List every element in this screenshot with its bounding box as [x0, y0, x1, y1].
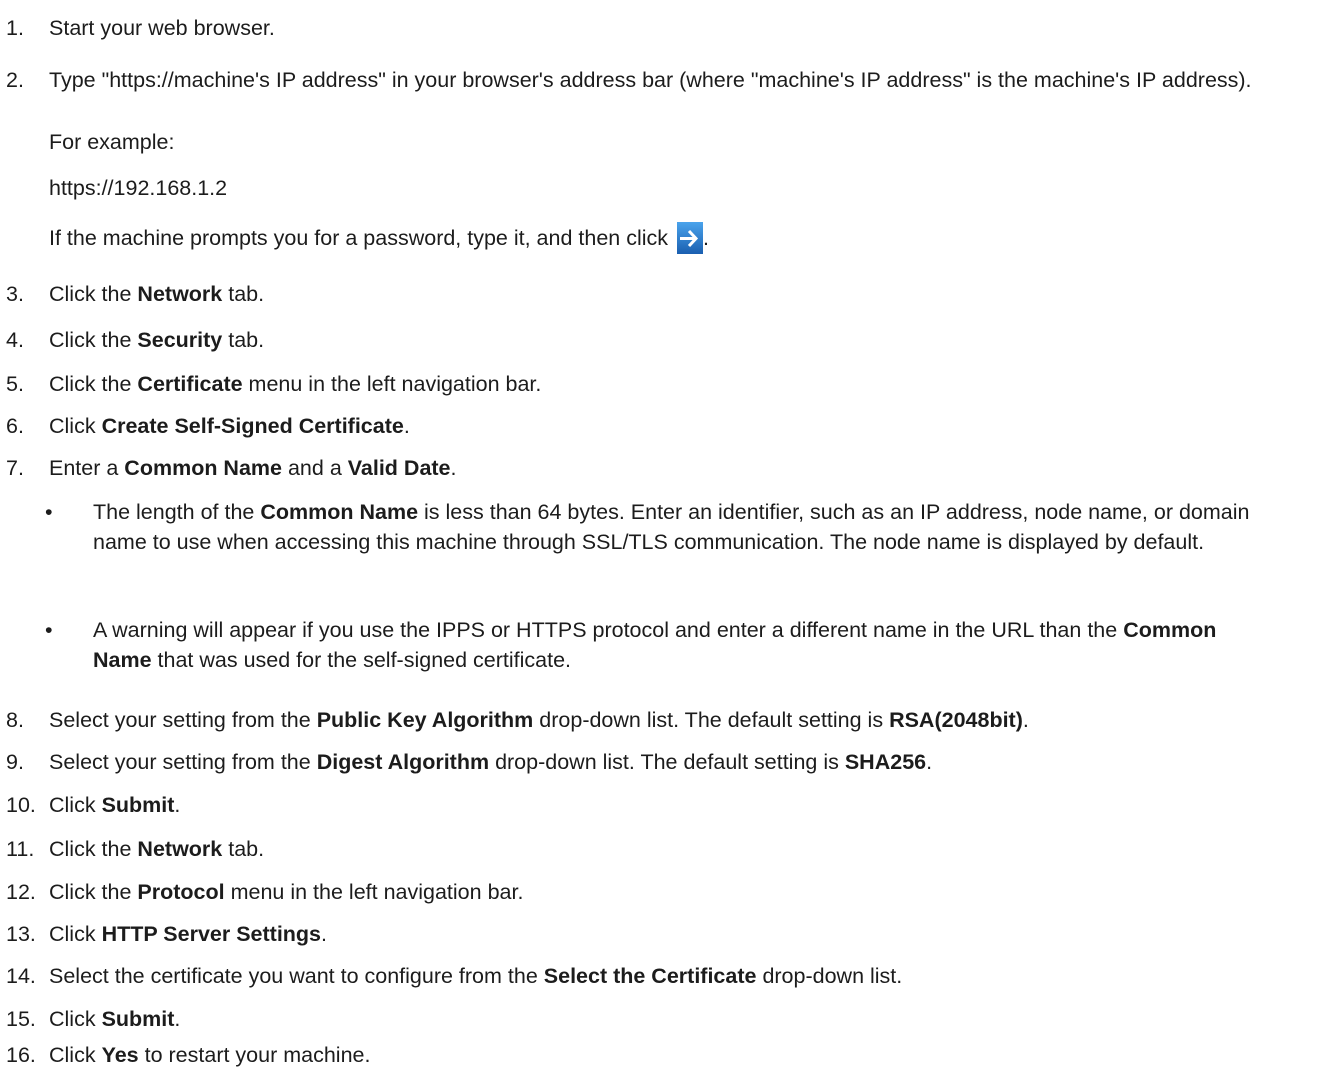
- step-text: Click HTTP Server Settings.: [49, 919, 1325, 949]
- text-run: Click the: [49, 328, 138, 352]
- step-number: 7.: [6, 456, 24, 480]
- text-run: .: [926, 750, 933, 774]
- prompt-text: If the machine prompts you for a passwor…: [49, 226, 669, 250]
- text-run: Click the: [49, 282, 138, 306]
- step-number: 5.: [6, 372, 24, 396]
- prompt-end: .: [703, 226, 709, 250]
- bullet-marker: •: [45, 500, 53, 524]
- text-run: that was used for the self-signed certif…: [151, 648, 572, 672]
- text-run: .: [174, 793, 181, 817]
- step-text: Click Create Self-Signed Certificate.: [49, 411, 1325, 441]
- example-url: https://192.168.1.2: [49, 176, 228, 200]
- ui-term: Common Name: [124, 456, 282, 480]
- text-run: tab.: [222, 328, 265, 352]
- text-run: and a: [282, 456, 348, 480]
- text-run: tab.: [222, 837, 265, 861]
- ui-term: Valid Date: [347, 456, 451, 480]
- text-run: Click: [49, 1043, 102, 1067]
- text-run: Click the: [49, 372, 138, 396]
- ui-term: Select the Certificate: [543, 964, 757, 988]
- ui-term: SHA256: [844, 750, 927, 774]
- ui-term: Digest Algorithm: [316, 750, 490, 774]
- text-run: Select your setting from the: [49, 750, 317, 774]
- step-text: Click the Network tab.: [49, 834, 1325, 864]
- step-text: Start your web browser.: [49, 16, 275, 40]
- step-number: 9.: [6, 750, 24, 774]
- step-number: 11.: [6, 837, 35, 861]
- text-run: menu in the left navigation bar.: [242, 372, 542, 396]
- bullet-text: A warning will appear if you use the IPP…: [93, 615, 1280, 675]
- text-run: Click: [49, 922, 102, 946]
- example-label: For example:: [49, 130, 175, 154]
- step-number: 3.: [6, 282, 24, 306]
- step-text: Click the Network tab.: [49, 279, 1325, 309]
- text-run: menu in the left navigation bar.: [224, 880, 524, 904]
- step-text: Select your setting from the Digest Algo…: [49, 747, 1325, 777]
- ui-term: RSA(2048bit): [889, 708, 1023, 732]
- step-number: 2.: [6, 68, 24, 92]
- ui-term: Certificate: [137, 372, 243, 396]
- step-number: 13.: [6, 922, 36, 946]
- ui-term: Create Self-Signed Certificate: [101, 414, 404, 438]
- text-run: .: [450, 456, 457, 480]
- text-run: drop-down list. The default setting is: [489, 750, 845, 774]
- arrow-right-icon: [677, 222, 704, 254]
- ui-term: Network: [137, 282, 223, 306]
- step-text: Type "https://machine's IP address" in y…: [49, 68, 1252, 92]
- ui-term: Yes: [101, 1043, 139, 1067]
- text-run: to restart your machine.: [138, 1043, 371, 1067]
- step-number: 4.: [6, 328, 24, 352]
- step-text: Click Submit.: [49, 1004, 1325, 1034]
- step-text: Select the certificate you want to confi…: [49, 961, 1325, 991]
- ui-term: Submit: [101, 793, 175, 817]
- text-run: Click: [49, 793, 102, 817]
- step-text: Click Submit.: [49, 790, 1325, 820]
- ui-term: Public Key Algorithm: [316, 708, 534, 732]
- text-run: Enter a: [49, 456, 125, 480]
- text-run: Click: [49, 414, 102, 438]
- bullet-text: The length of the Common Name is less th…: [93, 497, 1280, 557]
- step-text: Select your setting from the Public Key …: [49, 705, 1325, 735]
- text-run: The length of the: [93, 500, 261, 524]
- text-run: .: [1022, 708, 1029, 732]
- text-run: Select the certificate you want to confi…: [49, 964, 544, 988]
- text-run: .: [321, 922, 327, 946]
- text-run: Click the: [49, 880, 138, 904]
- ui-term: Security: [137, 328, 223, 352]
- step-number: 10.: [6, 793, 36, 817]
- text-run: .: [403, 414, 410, 438]
- step-number: 14.: [6, 964, 36, 988]
- ui-term: HTTP Server Settings: [101, 922, 322, 946]
- bullet-marker: •: [45, 618, 53, 642]
- instructions-document: 1. Start your web browser. 2. Type "http…: [0, 0, 1329, 1067]
- step-text: Click the Protocol menu in the left navi…: [49, 877, 1325, 907]
- step-number: 12.: [6, 880, 36, 904]
- text-run: drop-down list.: [756, 964, 903, 988]
- ui-term: Common Name: [260, 500, 419, 524]
- text-run: .: [174, 1007, 181, 1031]
- step-number: 16.: [6, 1043, 36, 1067]
- step-text: Click the Security tab.: [49, 325, 1325, 355]
- ui-term: Network: [137, 837, 223, 861]
- text-run: Select your setting from the: [49, 708, 317, 732]
- text-run: Click: [49, 1007, 102, 1031]
- text-run: A warning will appear if you use the IPP…: [93, 618, 1124, 642]
- step-text: Click Yes to restart your machine.: [49, 1040, 1325, 1070]
- text-run: drop-down list. The default setting is: [533, 708, 890, 732]
- password-prompt-note: If the machine prompts you for a passwor…: [49, 222, 1309, 254]
- ui-term: Protocol: [137, 880, 225, 904]
- text-run: Click the: [49, 837, 138, 861]
- ui-term: Submit: [101, 1007, 175, 1031]
- step-text: Click the Certificate menu in the left n…: [49, 369, 1325, 399]
- step-number: 15.: [6, 1007, 36, 1031]
- step-number: 6.: [6, 414, 24, 438]
- step-number: 1.: [6, 16, 24, 40]
- text-run: tab.: [222, 282, 265, 306]
- step-number: 8.: [6, 708, 24, 732]
- step-text: Enter a Common Name and a Valid Date.: [49, 453, 1325, 483]
